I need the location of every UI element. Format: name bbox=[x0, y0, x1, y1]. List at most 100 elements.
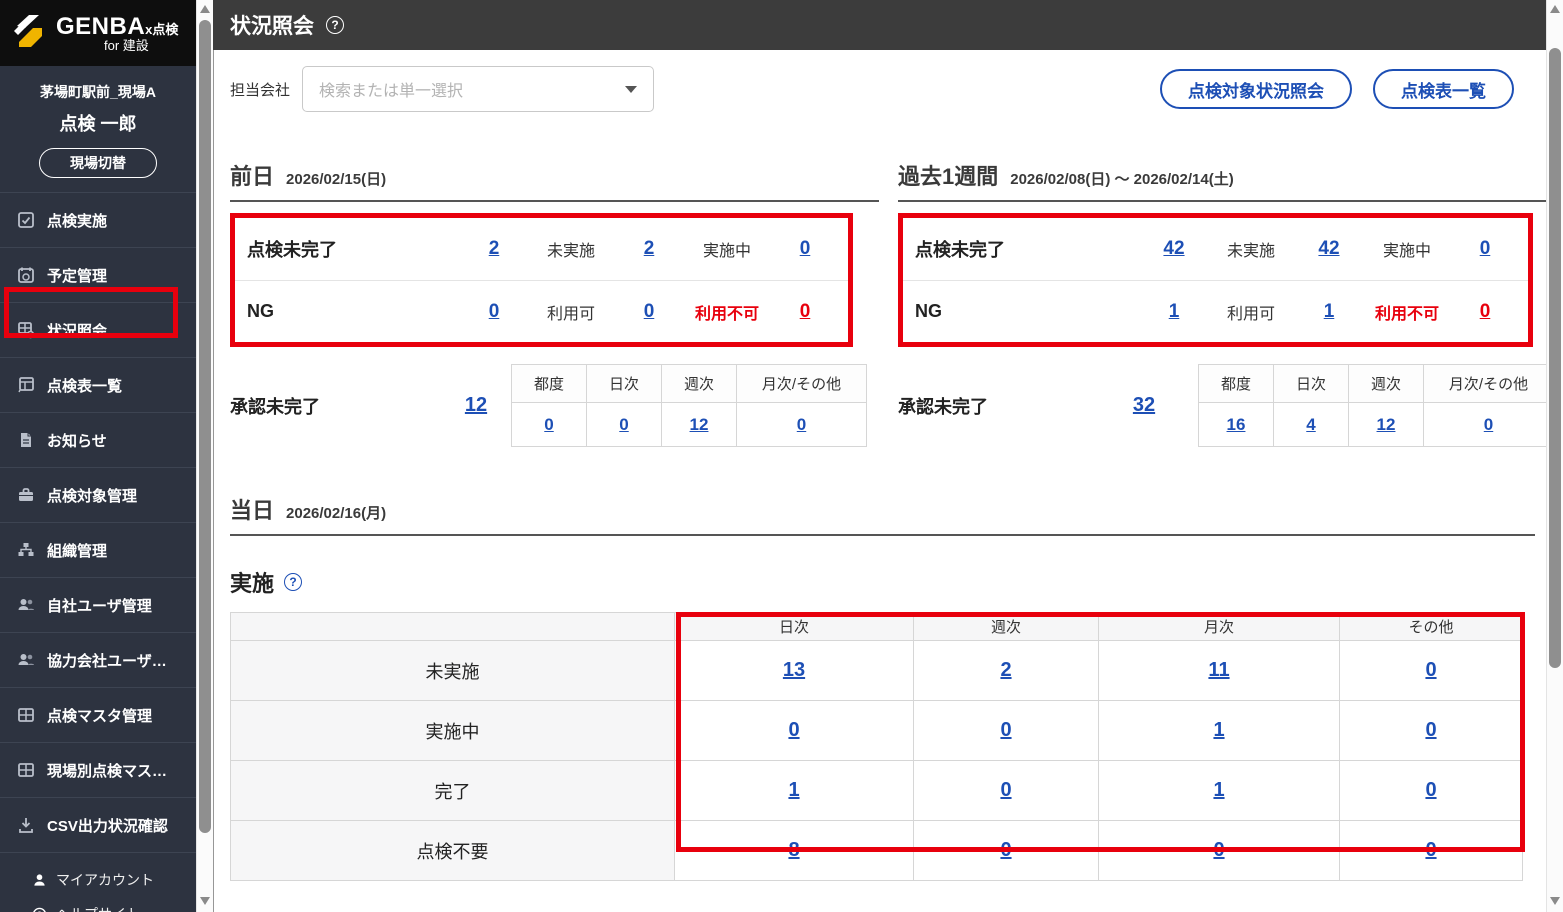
count-link[interactable]: 0 bbox=[1425, 719, 1436, 741]
yesterday-stat-block: 点検未完了 2 未実施 2 実施中 0 NG 0 利用可 0 利用不可 0 bbox=[230, 213, 853, 347]
status-grid-icon bbox=[17, 321, 35, 339]
approval-count-link[interactable]: 0 bbox=[797, 415, 806, 434]
in-progress-link[interactable]: 0 bbox=[1480, 238, 1491, 259]
usable-link[interactable]: 0 bbox=[644, 301, 655, 322]
page-title: 状況照会 bbox=[230, 15, 314, 38]
sidebar-scrollbar-thumb[interactable] bbox=[199, 20, 211, 833]
approval-count-link[interactable]: 12 bbox=[1377, 415, 1396, 434]
sidebar-item-csv-export[interactable]: CSV出力状況確認 bbox=[0, 798, 196, 853]
count-link[interactable]: 0 bbox=[1425, 779, 1436, 801]
sidebar-item-inspection-execute[interactable]: 点検実施 bbox=[0, 193, 196, 248]
approval-count-link[interactable]: 12 bbox=[690, 415, 709, 434]
section-date: 2026/02/16(月) bbox=[286, 505, 387, 522]
not-done-link[interactable]: 42 bbox=[1318, 238, 1339, 259]
sidebar-item-notices[interactable]: お知らせ bbox=[0, 413, 196, 468]
yesterday-section: 前日 2026/02/15(日) 点検未完了 2 未実施 2 実施中 0 NG … bbox=[230, 159, 879, 447]
page-header: 状況照会 ? bbox=[213, 0, 1546, 50]
table-row: 実施中 0 0 1 0 bbox=[230, 700, 1523, 761]
count-link[interactable]: 0 bbox=[1000, 839, 1011, 861]
empty-header-cell bbox=[230, 612, 675, 641]
brand-name: GENBA bbox=[56, 12, 146, 40]
count-link[interactable]: 1 bbox=[788, 779, 799, 801]
count-link[interactable]: 1 bbox=[1213, 779, 1224, 801]
sidebar-item-my-account[interactable]: マイアカウント bbox=[0, 863, 196, 897]
implementation-table: 日次 週次 月次 その他 未実施 13 2 11 0 実施中 0 0 1 0 完… bbox=[230, 612, 1523, 881]
ng-label: NG bbox=[247, 301, 274, 321]
count-link[interactable]: 2 bbox=[1000, 659, 1011, 681]
table-row: 未実施 13 2 11 0 bbox=[230, 640, 1523, 701]
column-header: 都度 bbox=[1198, 364, 1274, 403]
scroll-up-arrow-icon[interactable] bbox=[200, 5, 210, 13]
sidebar-item-label: 点検実施 bbox=[47, 212, 108, 230]
unusable-link[interactable]: 0 bbox=[1480, 301, 1491, 322]
unusable-link[interactable]: 0 bbox=[800, 301, 811, 322]
count-link[interactable]: 0 bbox=[1425, 839, 1436, 861]
main-scrollbar[interactable] bbox=[1546, 0, 1563, 912]
ng-label: NG bbox=[915, 301, 942, 321]
approval-count-link[interactable]: 16 bbox=[1227, 415, 1246, 434]
target-status-inquiry-button[interactable]: 点検対象状況照会 bbox=[1160, 69, 1352, 109]
section-title: 当日 bbox=[230, 498, 275, 523]
approval-count-link[interactable]: 0 bbox=[1484, 415, 1493, 434]
implementation-help-icon[interactable]: ? bbox=[284, 573, 303, 591]
sidebar-item-target-management[interactable]: 点検対象管理 bbox=[0, 468, 196, 523]
count-link[interactable]: 13 bbox=[783, 659, 805, 681]
sidebar-item-schedule[interactable]: 予定管理 bbox=[0, 248, 196, 303]
in-progress-label: 実施中 bbox=[702, 243, 751, 260]
sidebar-item-status-inquiry[interactable]: 状況照会 bbox=[0, 303, 196, 358]
count-link[interactable]: 0 bbox=[1425, 659, 1436, 681]
sidebar-item-own-users[interactable]: 自社ユーザ管理 bbox=[0, 578, 196, 633]
switch-site-button[interactable]: 現場切替 bbox=[39, 148, 157, 178]
sidebar-item-organization[interactable]: 組織管理 bbox=[0, 523, 196, 578]
count-link[interactable]: 0 bbox=[788, 719, 799, 741]
app-logo[interactable]: GENBAx点検 for 建設 bbox=[0, 0, 196, 66]
page-help-icon[interactable]: ? bbox=[326, 16, 344, 34]
scroll-up-arrow-icon[interactable] bbox=[1550, 5, 1560, 13]
ng-total-link[interactable]: 1 bbox=[1169, 301, 1180, 322]
sidebar-item-partner-users[interactable]: 協力会社ユーザ… bbox=[0, 633, 196, 688]
sidebar-item-sheet-list[interactable]: 点検表一覧 bbox=[0, 358, 196, 413]
ng-row: NG 1 利用可 1 利用不可 0 bbox=[903, 280, 1528, 342]
document-icon bbox=[17, 431, 35, 449]
count-link[interactable]: 0 bbox=[1213, 839, 1224, 861]
sidebar-item-label: 予定管理 bbox=[47, 267, 108, 285]
not-done-link[interactable]: 2 bbox=[644, 238, 655, 259]
incomplete-label: 点検未完了 bbox=[247, 240, 337, 260]
last-week-stat-block: 点検未完了 42 未実施 42 実施中 0 NG 1 利用可 1 利用不可 0 bbox=[898, 213, 1533, 347]
site-info: 茅場町駅前_現場A 点検 一郎 現場切替 bbox=[0, 66, 196, 192]
count-link[interactable]: 11 bbox=[1208, 659, 1229, 681]
row-label: 実施中 bbox=[230, 700, 675, 761]
sidebar-item-site-master[interactable]: 現場別点検マス… bbox=[0, 743, 196, 798]
sidebar-item-label: 状況照会 bbox=[47, 322, 108, 340]
grid-table-icon bbox=[17, 761, 35, 779]
sidebar-item-help-site[interactable]: ? ヘルプサイト bbox=[0, 897, 196, 912]
approval-total-link[interactable]: 12 bbox=[465, 394, 487, 416]
scroll-down-arrow-icon[interactable] bbox=[200, 897, 210, 905]
incomplete-total-link[interactable]: 42 bbox=[1163, 238, 1184, 259]
count-link[interactable]: 1 bbox=[1213, 719, 1224, 741]
usable-link[interactable]: 1 bbox=[1324, 301, 1335, 322]
count-link[interactable]: 0 bbox=[1000, 719, 1011, 741]
last-week-approval-table: 都度 日次 週次 月次/その他 16 4 12 0 bbox=[1198, 364, 1554, 447]
sidebar-item-master-management[interactable]: 点検マスタ管理 bbox=[0, 688, 196, 743]
users-icon bbox=[17, 596, 35, 614]
last-week-section: 過去1週間 2026/02/08(日) ～ 2026/02/14(土) 点検未完… bbox=[898, 159, 1554, 447]
main-scrollbar-thumb[interactable] bbox=[1549, 48, 1561, 668]
in-progress-link[interactable]: 0 bbox=[800, 238, 811, 259]
sidebar-scrollbar[interactable] bbox=[196, 0, 213, 912]
last-week-approval-row: 承認未完了 32 都度 日次 週次 月次/その他 16 4 12 0 bbox=[898, 364, 1554, 447]
scroll-down-arrow-icon[interactable] bbox=[1550, 897, 1560, 905]
approval-count-link[interactable]: 0 bbox=[619, 415, 628, 434]
count-link[interactable]: 8 bbox=[788, 839, 799, 861]
brand-suffix: x点検 bbox=[145, 21, 179, 37]
approval-total-link[interactable]: 32 bbox=[1133, 394, 1155, 416]
company-select[interactable]: 検索または単一選択 bbox=[302, 66, 655, 112]
incomplete-total-link[interactable]: 2 bbox=[489, 238, 500, 259]
column-header: 週次 bbox=[1348, 364, 1424, 403]
ng-total-link[interactable]: 0 bbox=[489, 301, 500, 322]
sheet-list-button[interactable]: 点検表一覧 bbox=[1373, 69, 1514, 109]
count-link[interactable]: 0 bbox=[1000, 779, 1011, 801]
person-icon bbox=[32, 873, 47, 888]
approval-count-link[interactable]: 0 bbox=[544, 415, 553, 434]
approval-count-link[interactable]: 4 bbox=[1306, 415, 1315, 434]
